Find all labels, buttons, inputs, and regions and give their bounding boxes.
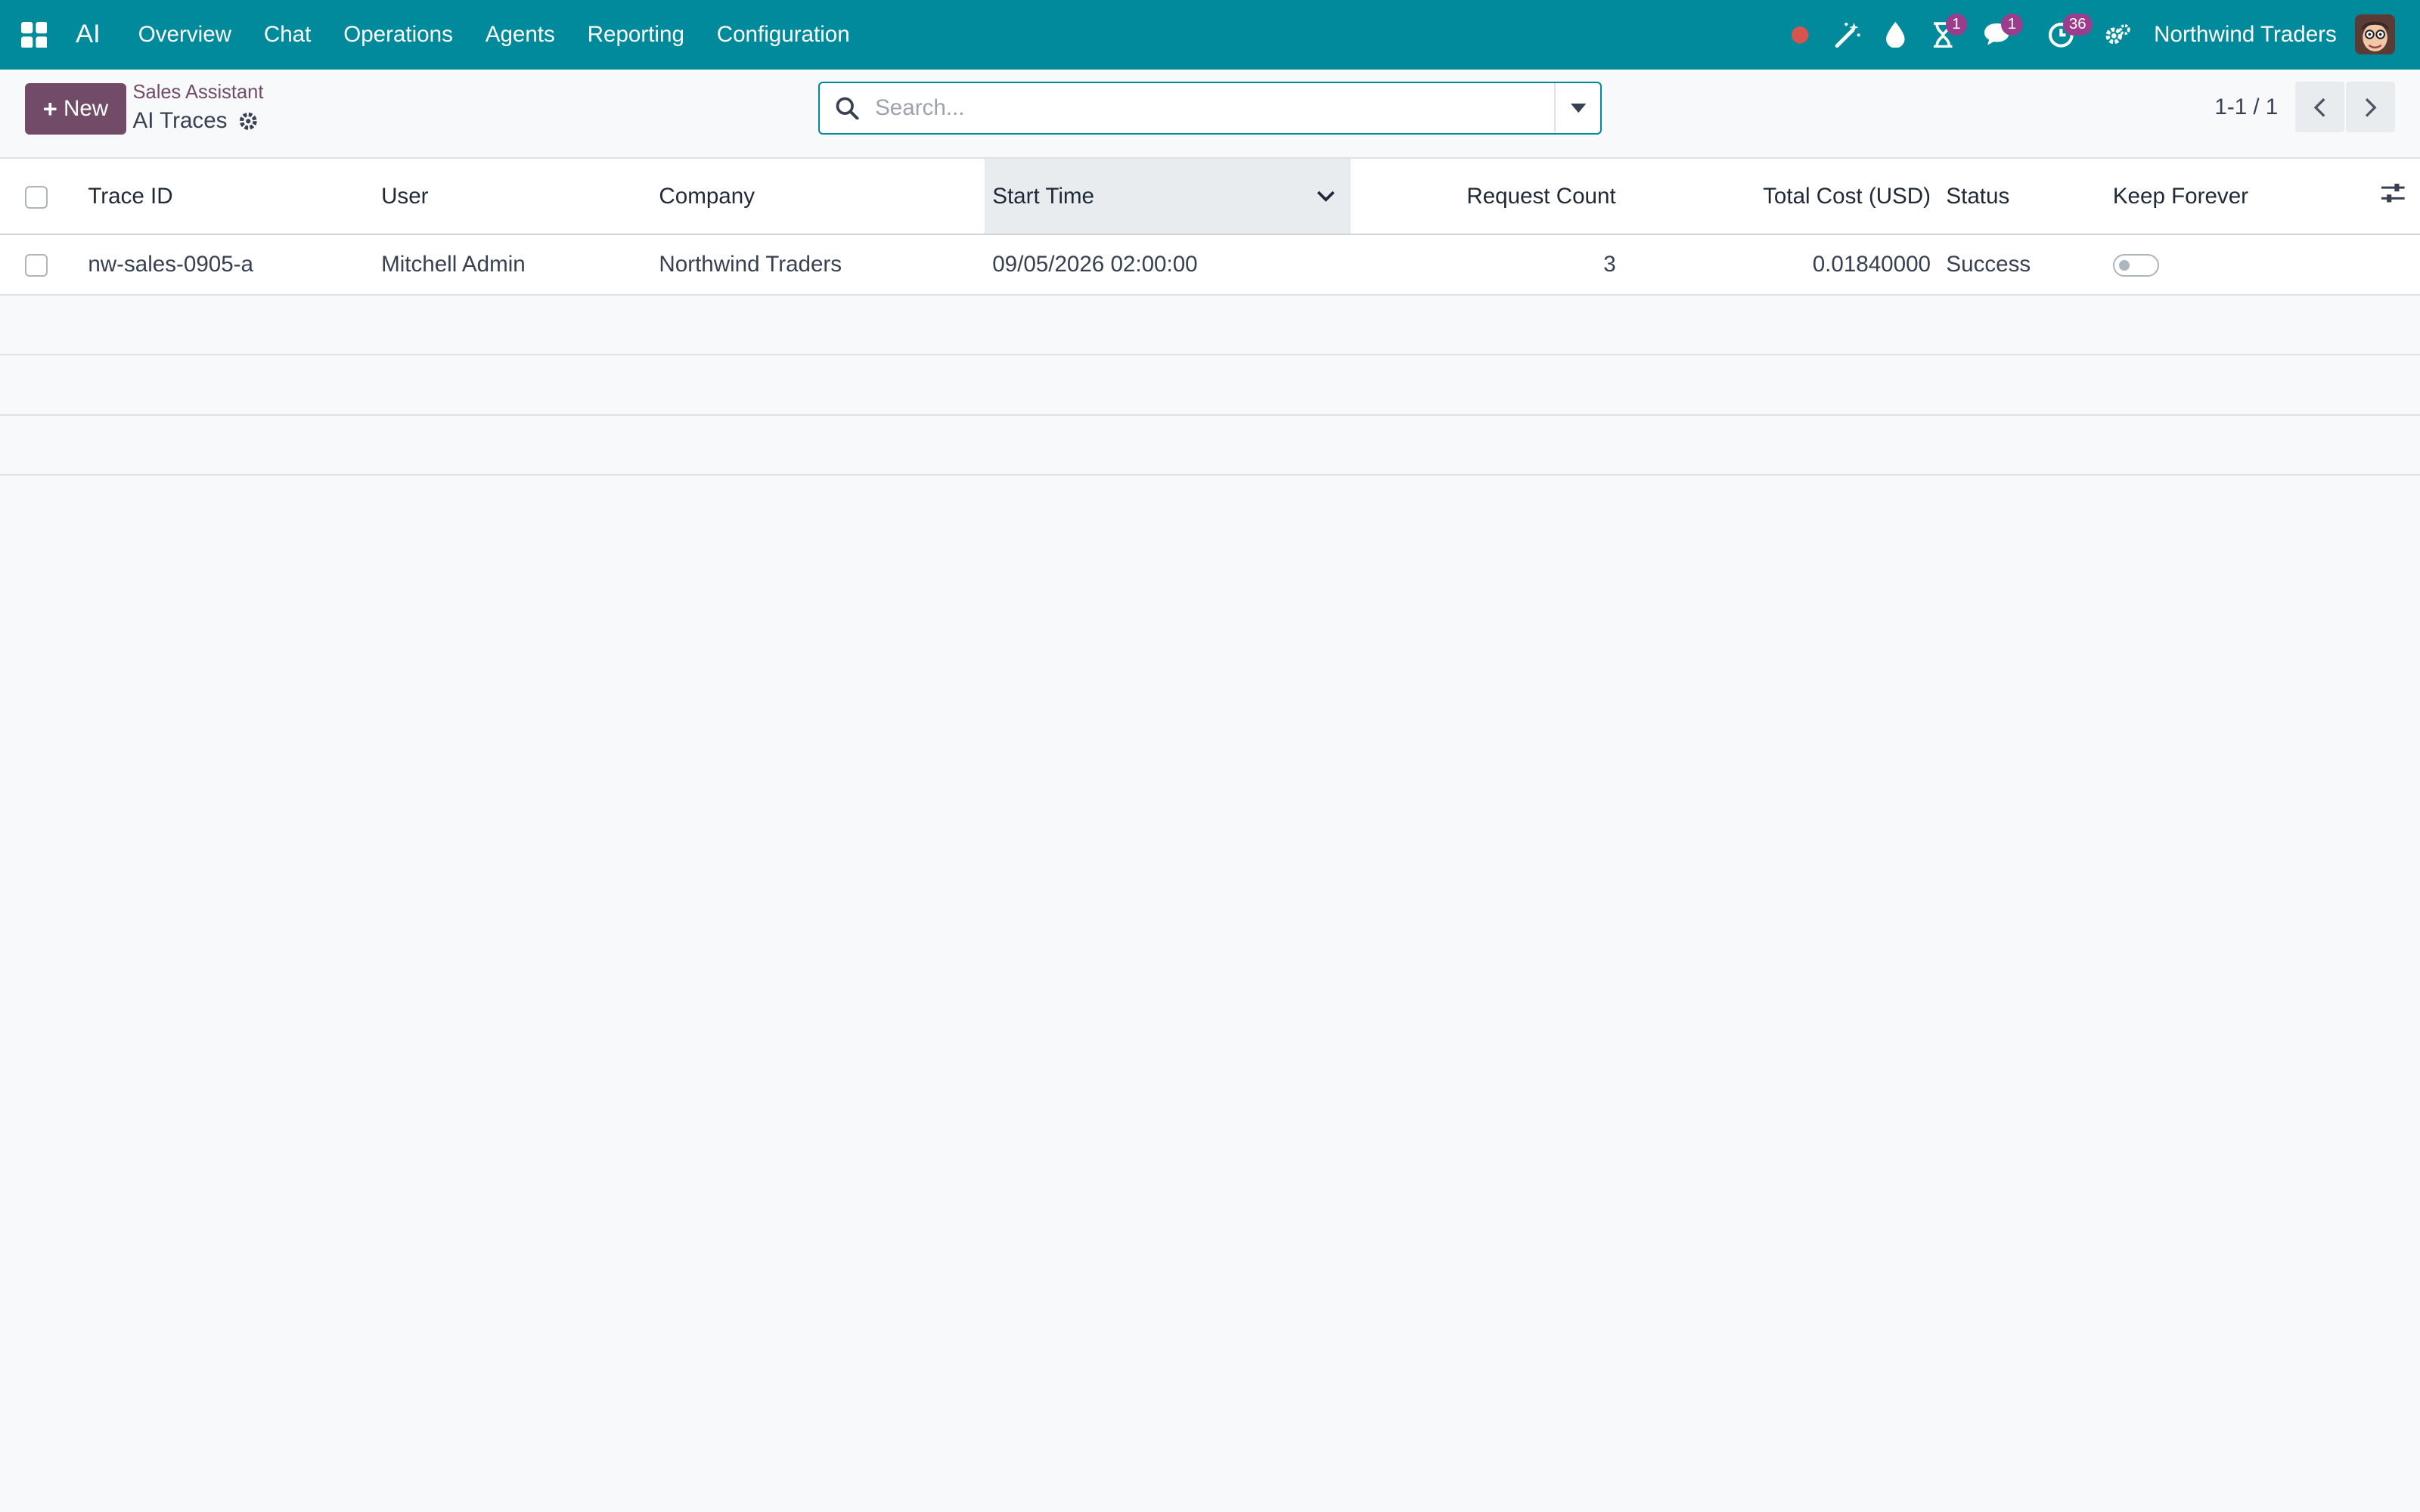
select-all-checkbox[interactable]	[24, 185, 48, 209]
keep-forever-toggle[interactable]	[2112, 253, 2160, 277]
recording-indicator[interactable]	[1776, 0, 1823, 70]
select-all-cell	[0, 159, 81, 236]
debug-wand-button[interactable]	[1824, 0, 1872, 70]
menu-item-operations[interactable]: Operations	[327, 0, 470, 70]
cell-request-count[interactable]: 3	[1350, 234, 1624, 296]
plus-icon: +	[42, 94, 57, 122]
sort-descending-icon	[1317, 191, 1335, 202]
record-dot-icon	[1791, 26, 1809, 44]
theme-drop-button[interactable]	[1872, 0, 1919, 70]
new-button-label: New	[64, 95, 109, 121]
main-menu: Overview Chat Operations Agents Reportin…	[122, 0, 866, 70]
breadcrumb-current: AI Traces	[133, 108, 259, 134]
column-header-request-count[interactable]: Request Count	[1350, 159, 1624, 236]
column-header-trace-id[interactable]: Trace ID	[80, 159, 374, 236]
column-header-company[interactable]: Company	[651, 159, 985, 236]
cell-start-time[interactable]: 09/05/2026 02:00:00	[985, 234, 1351, 296]
pager: 1-1 / 1	[2214, 82, 2396, 133]
menu-item-agents[interactable]: Agents	[469, 0, 571, 70]
column-header-user[interactable]: User	[373, 159, 652, 236]
search-bar	[818, 82, 1602, 135]
traces-table: Trace ID User Company Start Time Request…	[0, 159, 2420, 476]
cell-user[interactable]: Mitchell Admin	[373, 234, 652, 296]
search-options-toggle[interactable]	[1554, 83, 1600, 133]
timer-badge: 1	[1945, 14, 1968, 36]
column-header-total-cost[interactable]: Total Cost (USD)	[1623, 159, 1939, 236]
cell-status[interactable]: Success	[1938, 234, 2105, 296]
column-header-start-time-label: Start Time	[992, 183, 1094, 209]
row-select-cell	[0, 234, 81, 296]
column-header-start-time[interactable]: Start Time	[985, 159, 1351, 236]
menu-item-reporting[interactable]: Reporting	[571, 0, 700, 70]
optional-columns-cell	[2305, 159, 2420, 236]
systray: 1 1 36 Northwind Traders	[1776, 0, 2420, 70]
pager-previous-button[interactable]	[2294, 82, 2344, 133]
page-title: AI Traces	[132, 107, 228, 133]
company-switcher[interactable]: Northwind Traders	[2142, 22, 2355, 48]
chevron-right-icon	[2365, 98, 2377, 117]
empty-row	[0, 414, 2420, 476]
page: AI Overview Chat Operations Agents Repor…	[0, 0, 2420, 1512]
column-header-status[interactable]: Status	[1938, 159, 2105, 236]
caret-down-icon	[1570, 103, 1586, 113]
app-brand[interactable]: AI	[68, 20, 113, 49]
user-avatar[interactable]	[2355, 14, 2396, 55]
top-navbar: AI Overview Chat Operations Agents Repor…	[0, 0, 2420, 70]
new-button[interactable]: + New	[24, 83, 127, 135]
activities-badge: 36	[2062, 14, 2093, 36]
timer-button[interactable]: 1	[1919, 0, 1968, 70]
cell-total-cost[interactable]: 0.01840000	[1623, 234, 1939, 296]
user-avatar-image	[2355, 14, 2396, 55]
column-header-keep-forever[interactable]: Keep Forever	[2105, 159, 2306, 236]
droplet-icon	[1886, 21, 1905, 48]
breadcrumb-parent-link[interactable]: Sales Assistant	[133, 82, 264, 104]
empty-row	[0, 355, 2420, 416]
magic-wand-icon	[1835, 22, 1860, 48]
chevron-left-icon	[2313, 98, 2325, 117]
menu-item-chat[interactable]: Chat	[247, 0, 327, 70]
activities-button[interactable]: 36	[2029, 0, 2094, 70]
messages-badge: 1	[2001, 14, 2023, 36]
cell-keep-forever	[2105, 234, 2306, 296]
cell-company[interactable]: Northwind Traders	[651, 234, 985, 296]
cell-spacer	[2305, 234, 2420, 296]
empty-row	[0, 294, 2420, 356]
table-row[interactable]: nw-sales-0905-a Mitchell Admin Northwind…	[0, 234, 2420, 296]
messages-button[interactable]: 1	[1967, 0, 2029, 70]
apps-menu-button[interactable]	[0, 0, 68, 70]
table-header-row: Trace ID User Company Start Time Request…	[0, 159, 2420, 236]
control-panel: + New Sales Assistant AI Traces Search..…	[0, 69, 2420, 160]
menu-item-overview[interactable]: Overview	[122, 0, 247, 70]
search-input[interactable]	[875, 85, 1555, 132]
row-checkbox[interactable]	[24, 253, 48, 277]
menu-item-configuration[interactable]: Configuration	[700, 0, 866, 70]
column-settings-icon[interactable]	[2381, 183, 2405, 203]
settings-button[interactable]	[2094, 0, 2142, 70]
search-icon	[820, 97, 875, 120]
pager-value[interactable]: 1-1 / 1	[2214, 94, 2278, 120]
cell-trace-id[interactable]: nw-sales-0905-a	[80, 234, 374, 296]
gears-icon	[2105, 23, 2130, 44]
grid-apps-icon	[20, 21, 48, 48]
pager-next-button[interactable]	[2346, 82, 2396, 133]
gear-icon[interactable]	[238, 111, 259, 132]
